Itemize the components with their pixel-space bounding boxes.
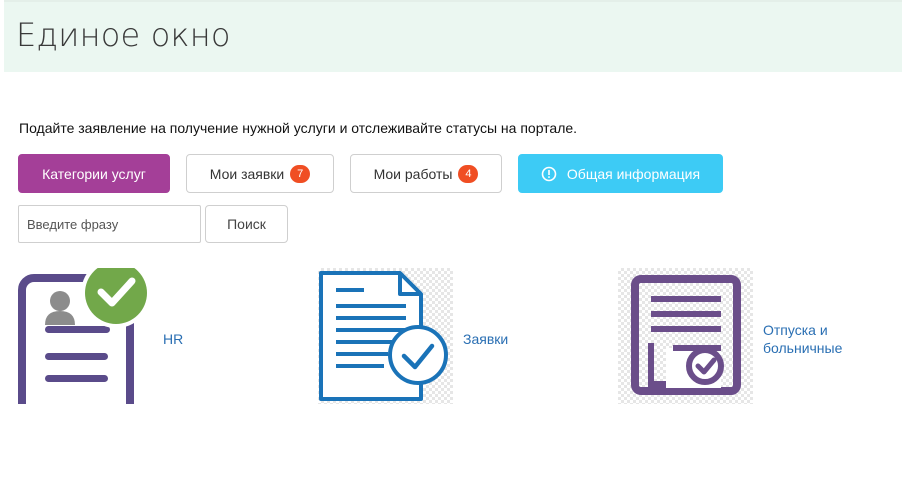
intro-text: Подайте заявление на получение нужной ус… <box>19 120 578 136</box>
my-works-button[interactable]: Мои работы 4 <box>350 154 502 193</box>
page-header: Единое окно <box>4 0 902 72</box>
tile-requests[interactable]: Заявки <box>318 268 518 404</box>
tile-vacation-sick-leave[interactable]: Отпуска и больничные <box>618 268 878 404</box>
search-button[interactable]: Поиск <box>205 205 288 243</box>
my-requests-count-badge: 7 <box>290 164 311 183</box>
search-button-label: Поиск <box>227 216 266 232</box>
form-check-icon <box>631 275 741 395</box>
hr-profile-check-icon <box>18 268 151 404</box>
my-works-label: Мои работы <box>373 165 453 182</box>
info-icon <box>541 166 557 181</box>
tile-vacation-label-line2: больничные <box>763 340 843 356</box>
categories-button[interactable]: Категории услуг <box>18 154 170 193</box>
document-check-icon <box>319 271 448 401</box>
my-requests-label: Мои заявки <box>209 165 285 182</box>
general-info-button[interactable]: Общая информация <box>518 154 723 193</box>
page-title: Единое окно <box>16 16 231 54</box>
tile-vacation-label-line1: Отпуска и <box>763 322 828 338</box>
tile-hr[interactable]: HR <box>18 268 218 404</box>
categories-button-label: Категории услуг <box>42 165 146 182</box>
tile-requests-label[interactable]: Заявки <box>463 330 508 348</box>
tile-vacation-label[interactable]: Отпуска и больничные <box>763 321 842 357</box>
tile-hr-label[interactable]: HR <box>163 330 183 348</box>
general-info-label: Общая информация <box>566 165 701 182</box>
my-works-count-badge: 4 <box>458 164 479 183</box>
search-input[interactable] <box>18 205 201 243</box>
my-requests-button[interactable]: Мои заявки 7 <box>186 154 334 193</box>
